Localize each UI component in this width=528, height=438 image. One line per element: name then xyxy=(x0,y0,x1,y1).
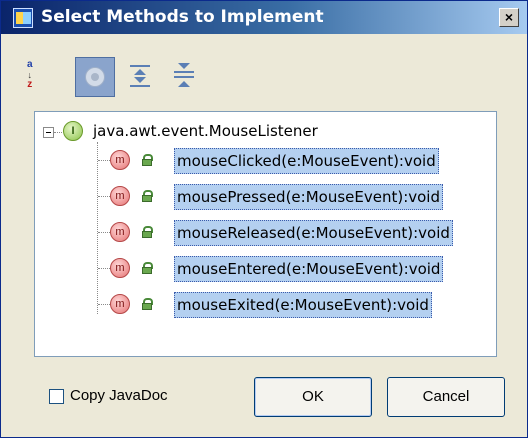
ok-button[interactable]: OK xyxy=(254,377,372,417)
method-icon: m xyxy=(110,186,130,206)
expand-all-button[interactable] xyxy=(119,57,159,97)
public-lock-icon xyxy=(142,262,153,274)
method-row[interactable]: m mousePressed(e:MouseEvent):void xyxy=(35,182,495,210)
public-lock-icon xyxy=(142,154,153,166)
copy-javadoc-label[interactable]: Copy JavaDoc xyxy=(70,387,168,404)
method-icon: m xyxy=(110,258,130,278)
method-icon: m xyxy=(110,294,130,314)
method-label[interactable]: mouseEntered(e:MouseEvent):void xyxy=(174,256,444,282)
collapse-all-icon xyxy=(173,63,195,89)
collapse-toggle-icon[interactable] xyxy=(43,127,54,138)
method-label[interactable]: mouseExited(e:MouseEvent):void xyxy=(174,292,432,318)
sort-alphabetically-button[interactable]: a ↓ z xyxy=(15,57,55,97)
cancel-button[interactable]: Cancel xyxy=(387,377,505,417)
close-button[interactable]: × xyxy=(499,8,519,27)
tree-connector xyxy=(54,132,62,133)
inherited-circle-icon xyxy=(85,67,105,87)
method-label[interactable]: mousePressed(e:MouseEvent):void xyxy=(174,184,443,210)
copy-javadoc-checkbox[interactable] xyxy=(49,389,64,404)
method-icon: m xyxy=(110,222,130,242)
method-label[interactable]: mouseReleased(e:MouseEvent):void xyxy=(174,220,453,246)
public-lock-icon xyxy=(142,226,153,238)
collapse-all-button[interactable] xyxy=(163,57,203,97)
toolbar: a ↓ z xyxy=(15,57,315,97)
public-lock-icon xyxy=(142,298,153,310)
public-lock-icon xyxy=(142,190,153,202)
methods-tree[interactable]: I java.awt.event.MouseListener m mouseCl… xyxy=(34,111,497,357)
close-icon: × xyxy=(504,9,514,25)
method-row[interactable]: m mouseEntered(e:MouseEvent):void xyxy=(35,254,495,282)
method-row[interactable]: m mouseClicked(e:MouseEvent):void xyxy=(35,146,495,174)
expand-all-icon xyxy=(129,63,151,89)
interface-label[interactable]: java.awt.event.MouseListener xyxy=(93,122,318,140)
method-label[interactable]: mouseClicked(e:MouseEvent):void xyxy=(174,148,439,174)
method-icon: m xyxy=(110,150,130,170)
interface-icon: I xyxy=(63,121,83,141)
method-row[interactable]: m mouseReleased(e:MouseEvent):void xyxy=(35,218,495,246)
dialog-title: Select Methods to Implement xyxy=(41,7,324,27)
method-row[interactable]: m mouseExited(e:MouseEvent):void xyxy=(35,290,495,318)
sort-az-icon: a ↓ z xyxy=(27,59,33,90)
select-methods-dialog: Select Methods to Implement × a ↓ z I ja… xyxy=(0,0,528,438)
intellij-app-icon xyxy=(13,8,33,28)
title-bar[interactable]: Select Methods to Implement × xyxy=(1,1,527,34)
show-inherited-button[interactable] xyxy=(75,57,115,97)
